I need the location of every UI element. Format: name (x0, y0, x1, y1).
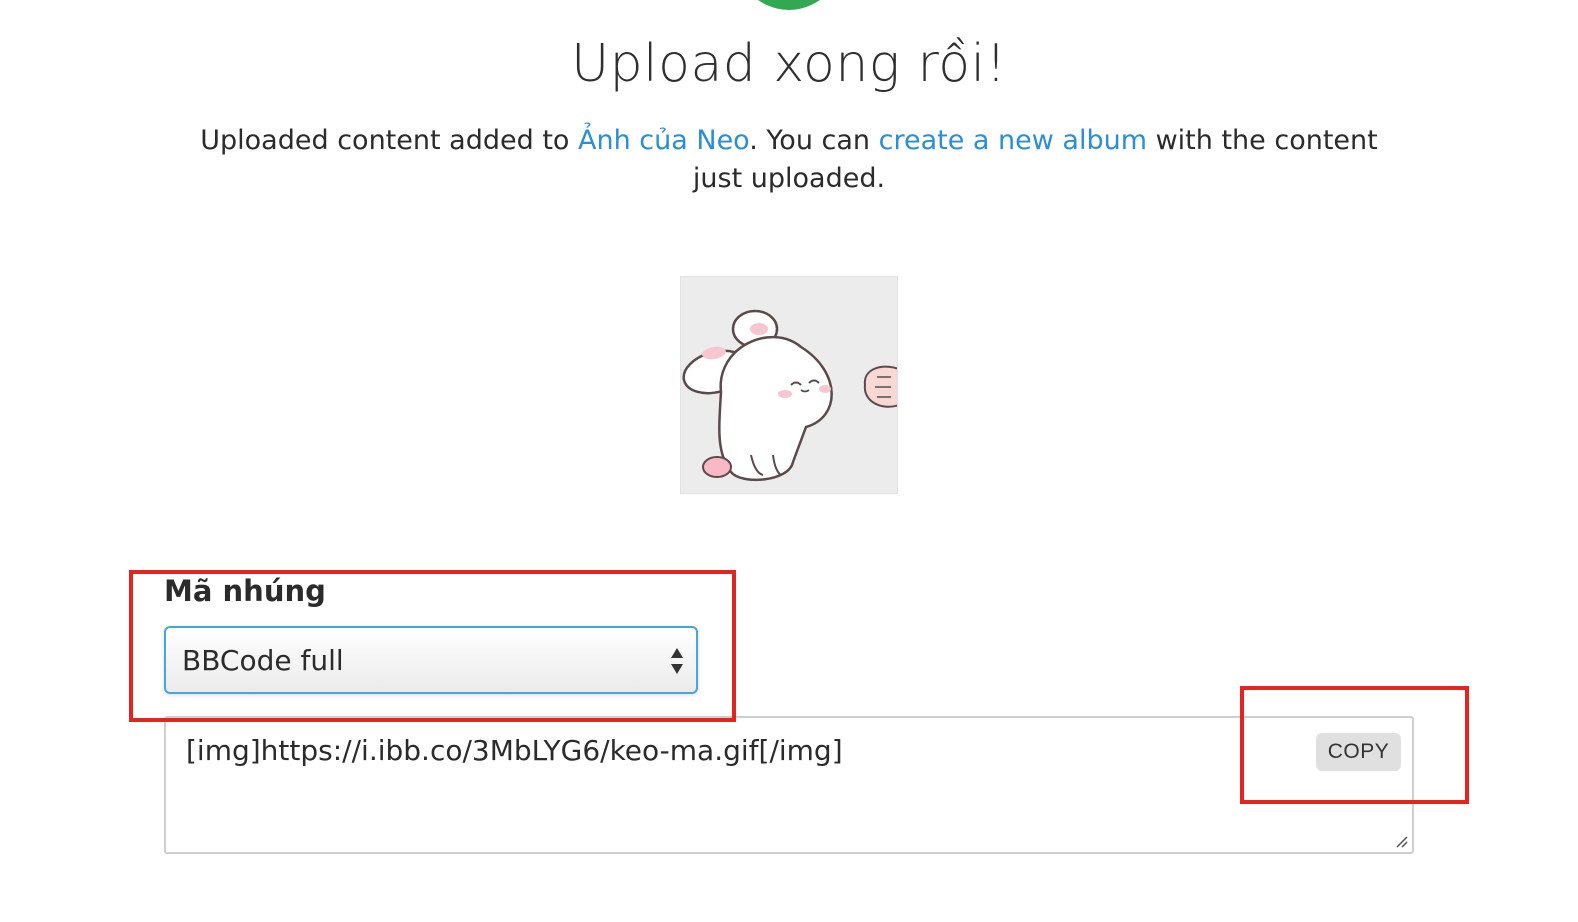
embed-code-text: [img]https://i.ibb.co/3MbLYG6/keo-ma.gif… (186, 734, 843, 767)
embed-format-selected: BBCode full (182, 644, 344, 677)
bunny-image (681, 277, 897, 493)
create-album-link[interactable]: create a new album (879, 125, 1147, 156)
copy-button[interactable]: COPY (1316, 733, 1401, 771)
page-title: Upload xong rồi! (571, 34, 1007, 94)
upload-message: Uploaded content added to Ảnh của Neo. Y… (190, 122, 1388, 198)
uploaded-image-thumbnail[interactable] (680, 276, 898, 494)
embed-code-textarea[interactable]: [img]https://i.ibb.co/3MbLYG6/keo-ma.gif… (164, 716, 1414, 854)
message-prefix: Uploaded content added to (200, 125, 579, 156)
resize-handle-icon[interactable] (1394, 834, 1408, 848)
message-middle: . You can (749, 125, 879, 156)
select-arrows-icon (671, 648, 683, 674)
embed-code-label: Mã nhúng (164, 574, 326, 608)
upload-complete-page: Upload xong rồi! Uploaded content added … (0, 0, 1578, 922)
embed-format-select[interactable]: BBCode full (164, 626, 698, 694)
album-link[interactable]: Ảnh của Neo (578, 125, 749, 156)
success-check-icon (729, 0, 849, 10)
